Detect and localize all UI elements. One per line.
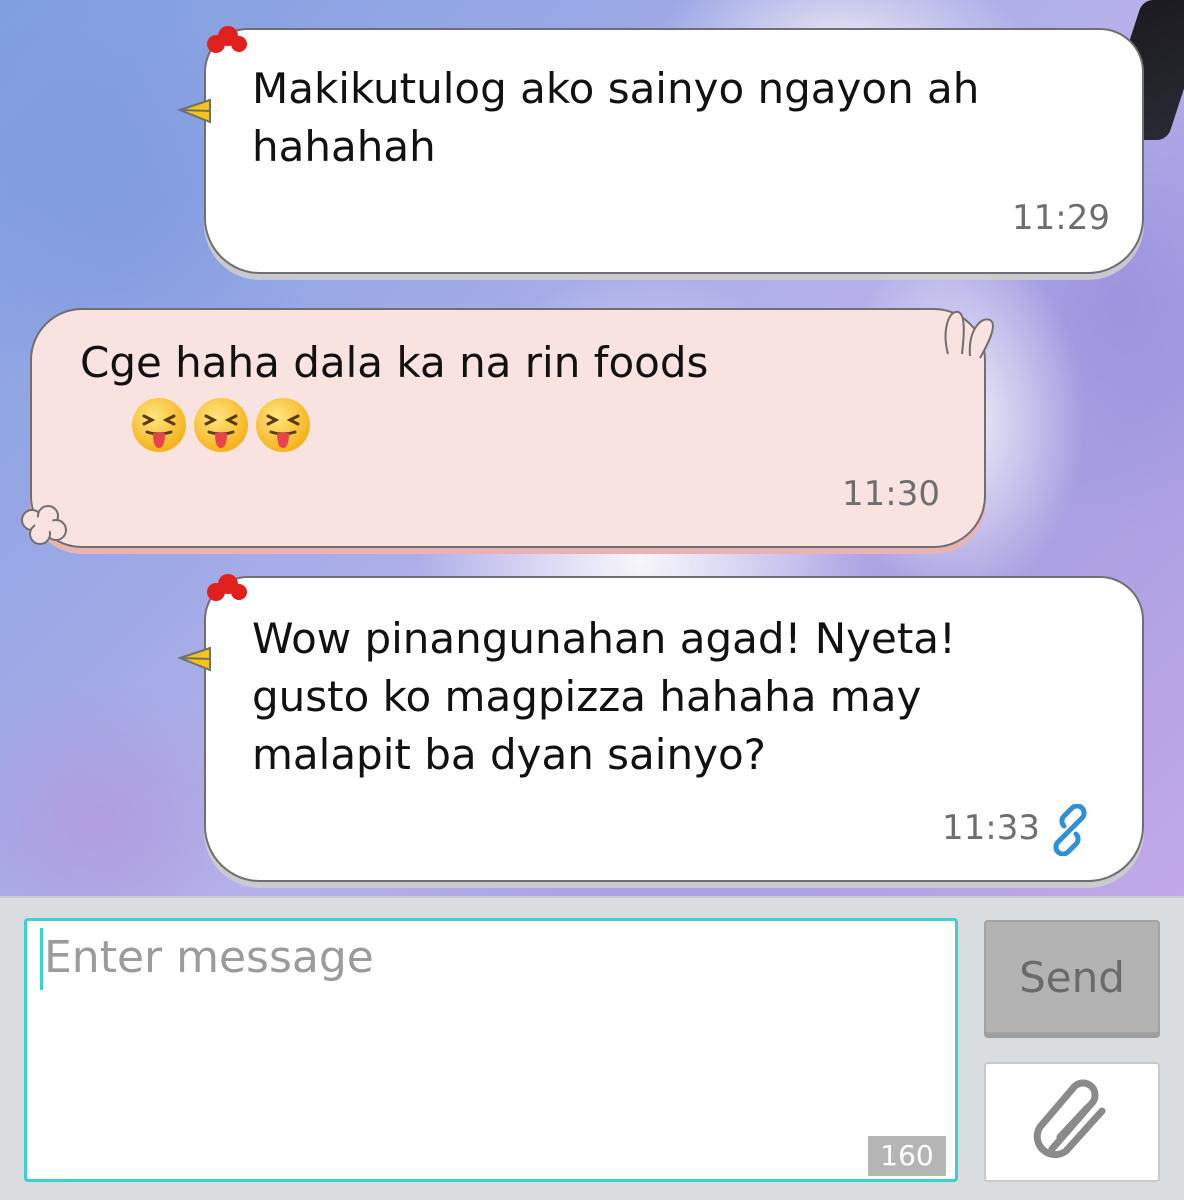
emoji-row <box>130 396 312 454</box>
chat-screen: Makikutulog ako sainyo ngayon ah hahahah… <box>0 0 1184 1200</box>
message-input-placeholder: Enter message <box>44 932 374 983</box>
message-timestamp: 11:29 <box>1012 198 1110 238</box>
message-timestamp: 11:33 <box>942 808 1040 848</box>
link-icon <box>1053 804 1087 856</box>
message-text: Cge haha dala ka na rin foods <box>80 338 709 387</box>
bunny-ears-icon <box>944 310 994 359</box>
chick-beak-icon <box>177 646 211 672</box>
send-button[interactable]: Send <box>984 920 1160 1034</box>
character-counter: 160 <box>868 1136 946 1176</box>
message-text: Wow pinangunahan agad! Nyeta! gusto ko m… <box>252 614 956 779</box>
message-text: Makikutulog ako sainyo ngayon ah hahahah <box>252 64 980 171</box>
squinting-tongue-face-icon <box>256 398 310 452</box>
chick-comb-icon <box>207 574 247 601</box>
send-button-label: Send <box>1019 952 1125 1002</box>
chick-beak-icon <box>177 98 211 124</box>
text-cursor <box>40 928 43 990</box>
message-timestamp: 11:30 <box>842 474 940 514</box>
attach-button[interactable] <box>984 1062 1160 1182</box>
chick-comb-icon <box>207 26 247 53</box>
squinting-tongue-face-icon <box>132 398 186 452</box>
squinting-tongue-face-icon <box>194 398 248 452</box>
paperclip-icon <box>1033 1079 1106 1158</box>
flower-tail-icon <box>21 505 67 545</box>
